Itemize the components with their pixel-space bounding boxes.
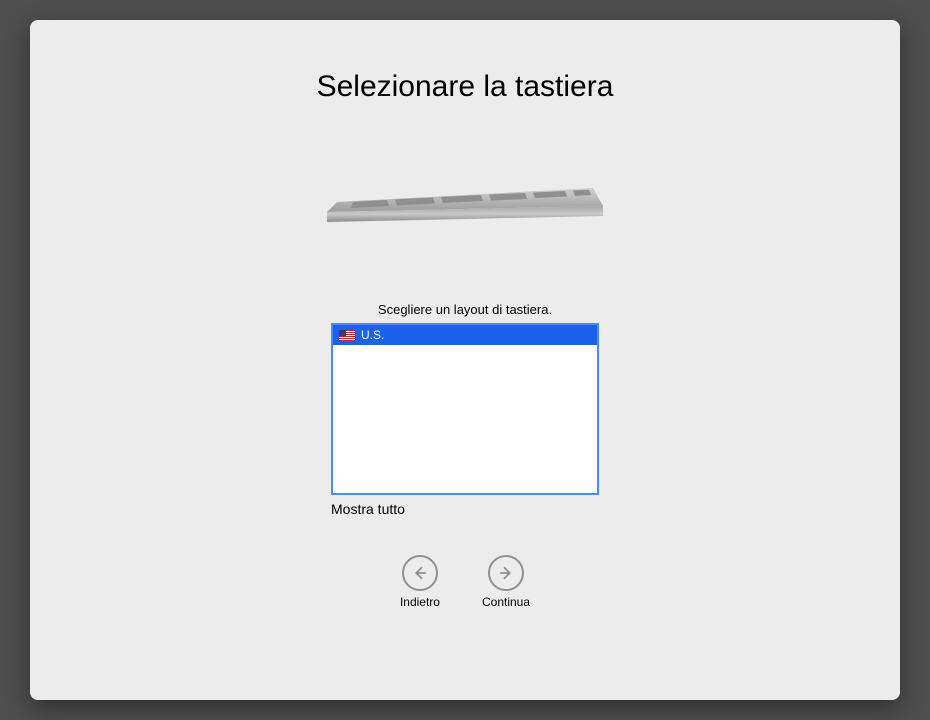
arrow-left-icon <box>402 555 438 591</box>
flag-us-icon <box>339 330 355 341</box>
show-all-link[interactable]: Mostra tutto <box>331 501 599 517</box>
keyboard-layout-listbox[interactable]: U.S. <box>331 323 599 495</box>
keyboard-layout-label: U.S. <box>361 328 384 342</box>
setup-panel: Selezionare la tastiera <box>30 20 900 700</box>
arrow-right-icon <box>488 555 524 591</box>
continue-button[interactable]: Continua <box>482 555 530 609</box>
keyboard-layout-item[interactable]: U.S. <box>333 325 597 345</box>
back-label: Indietro <box>400 595 440 609</box>
page-title: Selezionare la tastiera <box>317 70 614 104</box>
nav-buttons: Indietro Continua <box>400 555 530 609</box>
instruction-text: Scegliere un layout di tastiera. <box>378 302 552 317</box>
keyboard-illustration <box>325 186 605 224</box>
continue-label: Continua <box>482 595 530 609</box>
back-button[interactable]: Indietro <box>400 555 440 609</box>
